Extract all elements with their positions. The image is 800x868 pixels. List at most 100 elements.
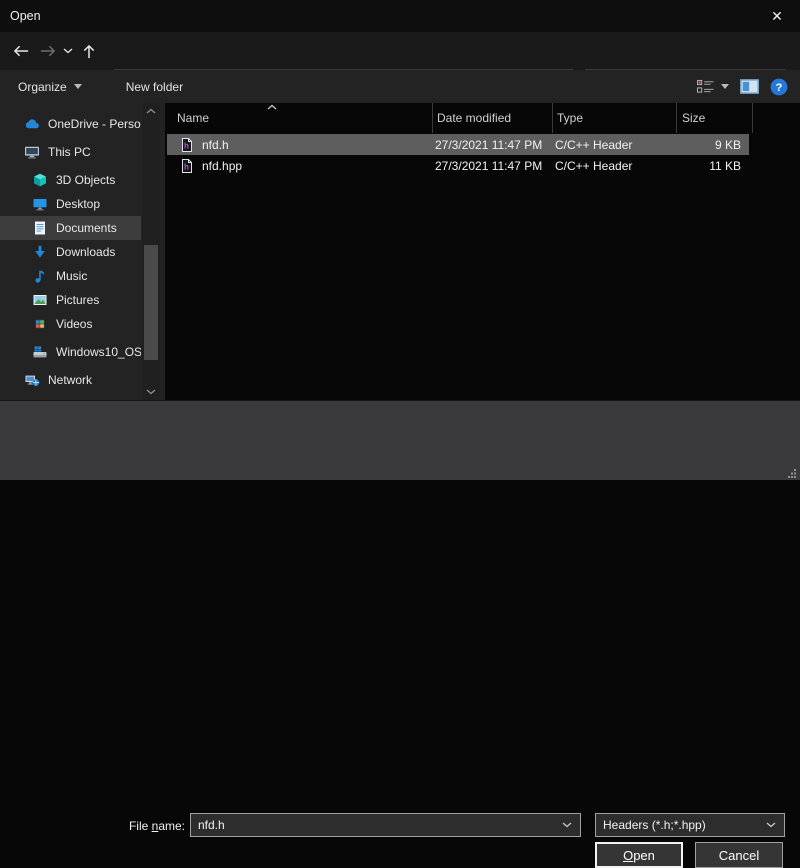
sidebar-item-label: Music [56, 269, 87, 283]
sidebar-item-label: Videos [56, 317, 92, 331]
footer-panel: File name: nfd.h Headers (*.h;*.hpp) Ope… [0, 400, 800, 480]
sidebar-item-network[interactable]: Network [0, 368, 141, 392]
cube-3d-icon [32, 172, 48, 188]
file-type-select[interactable]: Headers (*.h;*.hpp) [595, 813, 785, 837]
sidebar-item-this-pc[interactable]: This PC [0, 140, 141, 164]
preview-pane-button[interactable] [740, 79, 759, 94]
close-button[interactable]: ✕ [754, 0, 800, 32]
new-folder-label: New folder [126, 80, 183, 94]
sidebar-item-windows10-os[interactable]: Windows10_OS ( [0, 340, 141, 364]
file-list: Name Date modified Type Size h nfd.h 27/3/… [165, 103, 800, 400]
scroll-down-icon[interactable] [142, 384, 160, 400]
preview-pane-icon [740, 79, 759, 94]
sidebar-item-videos[interactable]: Videos [0, 312, 141, 336]
file-name-value: nfd.h [198, 818, 225, 832]
file-date-modified: 27/3/2021 11:47 PM [431, 138, 551, 152]
organize-label: Organize [18, 80, 67, 94]
navigation-sidebar: OneDrive - Persor This PC 3D Objects Deskto… [0, 103, 165, 400]
up-button[interactable] [76, 38, 102, 64]
sidebar-item-label: Downloads [56, 245, 115, 259]
file-name-input[interactable]: nfd.h [190, 813, 581, 837]
sidebar-item-music[interactable]: Music [0, 264, 141, 288]
sidebar-item-label: Pictures [56, 293, 99, 307]
file-h-icon: h [179, 137, 195, 153]
downloads-icon [32, 244, 48, 260]
up-arrow-icon [83, 44, 95, 59]
svg-text:?: ? [776, 82, 783, 94]
column-header-type[interactable]: Type [553, 103, 677, 133]
file-name: nfd.h [202, 138, 229, 152]
sidebar-scrollbar[interactable] [142, 103, 160, 400]
scroll-up-icon[interactable] [142, 103, 160, 119]
nav-buttons [8, 32, 102, 70]
sidebar-item-label: Network [48, 373, 92, 387]
file-type: C/C++ Header [551, 159, 675, 173]
file-name-label: File name: [0, 819, 185, 833]
toolbar-right-group: ? [696, 78, 788, 96]
column-headers: Name Date modified Type Size [165, 103, 753, 133]
file-row-nfd.hpp[interactable]: h nfd.hpp 27/3/2021 11:47 PMC/C++ Header11… [167, 155, 749, 176]
chevron-down-icon[interactable] [562, 822, 572, 828]
chevron-down-icon[interactable] [766, 822, 776, 828]
sidebar-item-3d-objects[interactable]: 3D Objects [0, 168, 141, 192]
forward-arrow-icon [39, 45, 56, 57]
column-header-name[interactable]: Name [165, 103, 433, 133]
back-button[interactable] [8, 38, 34, 64]
file-row-nfd.h[interactable]: h nfd.h 27/3/2021 11:47 PMC/C++ Header9 KB [167, 134, 749, 155]
file-type: C/C++ Header [551, 138, 675, 152]
help-button[interactable]: ? [770, 78, 788, 96]
svg-text:h: h [184, 162, 189, 171]
documents-icon [32, 220, 48, 236]
sidebar-item-label: Documents [56, 221, 117, 235]
window-title: Open [10, 9, 41, 23]
command-toolbar: Organize New folder ? [0, 70, 800, 103]
file-h-icon: h [179, 158, 195, 174]
file-type-value: Headers (*.h;*.hpp) [603, 818, 706, 832]
chevron-down-icon [63, 48, 73, 54]
this-pc-icon [24, 144, 40, 160]
navigation-bar: « GitHub›nativefiledialog›src›include Se… [0, 32, 800, 70]
sidebar-item-documents[interactable]: Documents [0, 216, 141, 240]
pictures-icon [32, 292, 48, 308]
sidebar-item-pictures[interactable]: Pictures [0, 288, 141, 312]
sidebar-item-label: 3D Objects [56, 173, 115, 187]
recent-locations-button[interactable] [60, 38, 76, 64]
onedrive-cloud-icon [24, 116, 40, 132]
scrollbar-thumb[interactable] [144, 245, 158, 360]
hard-drive-icon [32, 344, 48, 360]
help-icon: ? [770, 78, 788, 96]
column-header-size[interactable]: Size [677, 103, 753, 133]
new-folder-button[interactable]: New folder [126, 80, 183, 94]
organize-button[interactable]: Organize [18, 80, 82, 94]
forward-button[interactable] [34, 38, 60, 64]
sidebar-item-downloads[interactable]: Downloads [0, 240, 141, 264]
details-view-icon [696, 79, 715, 94]
file-name: nfd.hpp [202, 159, 242, 173]
file-size: 9 KB [675, 138, 747, 152]
file-rows: h nfd.h 27/3/2021 11:47 PMC/C++ Header9 KB… [165, 134, 800, 176]
music-note-icon [32, 268, 48, 284]
open-button[interactable]: Open [595, 842, 683, 868]
close-icon: ✕ [771, 8, 783, 25]
sidebar-item-desktop[interactable]: Desktop [0, 192, 141, 216]
title-bar: Open ✕ [0, 0, 800, 32]
network-icon [24, 372, 40, 388]
sidebar-item-label: OneDrive - Persor [48, 117, 141, 131]
videos-icon [32, 316, 48, 332]
sort-ascending-icon [267, 104, 277, 110]
back-arrow-icon [13, 45, 30, 57]
change-view-button[interactable] [696, 79, 729, 94]
sidebar-item-onedrive-persor[interactable]: OneDrive - Persor [0, 112, 141, 136]
file-date-modified: 27/3/2021 11:47 PM [431, 159, 551, 173]
dropdown-triangle-icon [74, 84, 82, 89]
desktop-icon [32, 196, 48, 212]
file-size: 11 KB [675, 159, 747, 173]
cancel-button[interactable]: Cancel [695, 842, 783, 868]
column-header-date-modified[interactable]: Date modified [433, 103, 553, 133]
sidebar-item-label: Desktop [56, 197, 100, 211]
sidebar-item-label: This PC [48, 145, 91, 159]
resize-grip-icon[interactable] [787, 468, 797, 478]
dropdown-triangle-icon [721, 84, 729, 89]
sidebar-item-label: Windows10_OS ( [56, 345, 141, 359]
svg-text:h: h [184, 141, 189, 150]
